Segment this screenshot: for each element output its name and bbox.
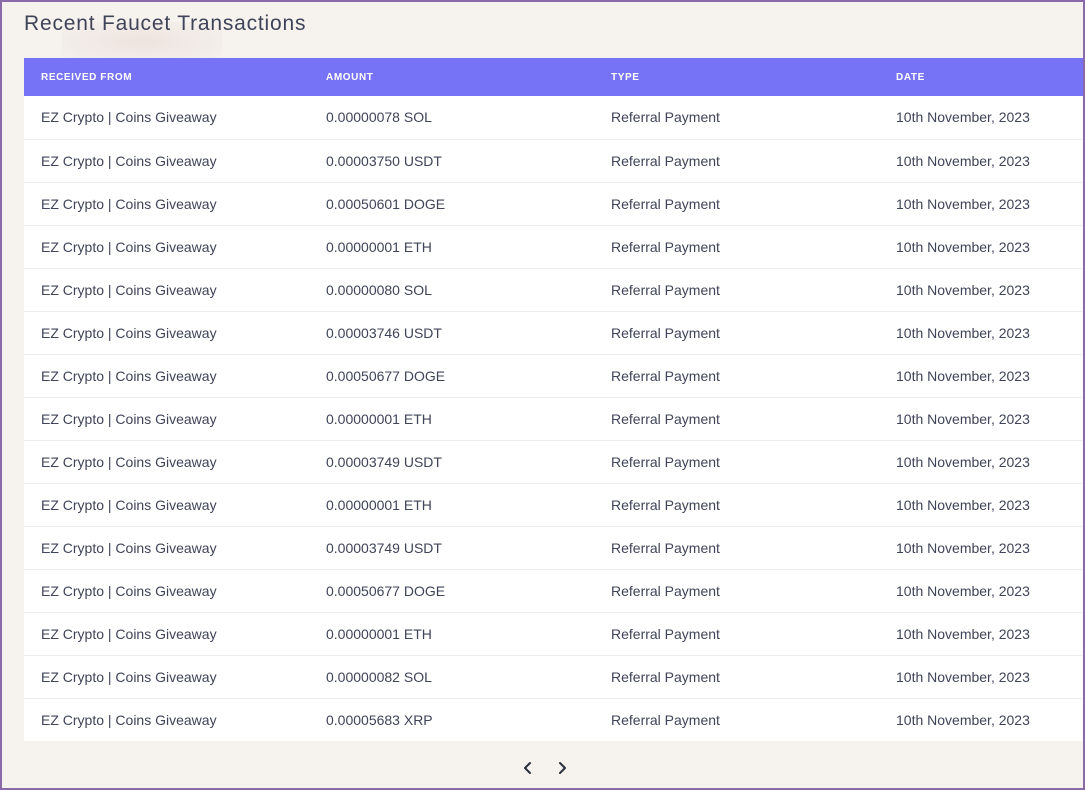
cell-date: 10th November, 2023 (896, 410, 1030, 427)
page-title: Recent Faucet Transactions (24, 12, 307, 35)
cell-amount: 0.00000001 ETH (326, 625, 432, 642)
cell-received-from: EZ Crypto | Coins Giveaway (41, 711, 217, 728)
cell-type: Referral Payment (611, 410, 720, 427)
cell-type: Referral Payment (611, 453, 720, 470)
cell-date: 10th November, 2023 (896, 668, 1030, 685)
cell-date: 10th November, 2023 (896, 152, 1030, 169)
cell-amount: 0.00000080 SOL (326, 281, 432, 298)
cell-amount: 0.00005683 XRP (326, 711, 433, 728)
table-row: EZ Crypto | Coins Giveaway 0.00050677 DOG… (24, 569, 1083, 612)
table-row: EZ Crypto | Coins Giveaway 0.00050677 DOG… (24, 354, 1083, 397)
next-page-button[interactable] (554, 756, 570, 780)
table-row: EZ Crypto | Coins Giveaway 0.00000001 ETH… (24, 612, 1083, 655)
chevron-left-icon (523, 762, 531, 774)
cell-amount: 0.00000001 ETH (326, 410, 432, 427)
cell-received-from: EZ Crypto | Coins Giveaway (41, 625, 217, 642)
cell-type: Referral Payment (611, 109, 720, 126)
cell-received-from: EZ Crypto | Coins Giveaway (41, 453, 217, 470)
cell-amount: 0.00000001 ETH (326, 496, 432, 513)
cell-type: Referral Payment (611, 582, 720, 599)
cell-date: 10th November, 2023 (896, 281, 1030, 298)
cell-received-from: EZ Crypto | Coins Giveaway (41, 668, 217, 685)
table-row: EZ Crypto | Coins Giveaway 0.00003750 USD… (24, 139, 1083, 182)
table-header-row: RECEIVED FROM AMOUNT TYPE DATE (24, 58, 1083, 96)
cell-received-from: EZ Crypto | Coins Giveaway (41, 281, 217, 298)
table-header: RECEIVED FROM AMOUNT TYPE DATE (24, 58, 1083, 96)
cell-type: Referral Payment (611, 238, 720, 255)
table-row: EZ Crypto | Coins Giveaway 0.00000082 SOL… (24, 655, 1083, 698)
cell-received-from: EZ Crypto | Coins Giveaway (41, 195, 217, 212)
cell-date: 10th November, 2023 (896, 195, 1030, 212)
cell-amount: 0.00003749 USDT (326, 453, 442, 470)
table-row: EZ Crypto | Coins Giveaway 0.00000078 SOL… (24, 96, 1083, 139)
cell-date: 10th November, 2023 (896, 625, 1030, 642)
cell-type: Referral Payment (611, 324, 720, 341)
transactions-table-container: RECEIVED FROM AMOUNT TYPE DATE EZ Crypto… (24, 58, 1083, 741)
table-row: EZ Crypto | Coins Giveaway 0.00003749 USD… (24, 440, 1083, 483)
cell-received-from: EZ Crypto | Coins Giveaway (41, 496, 217, 513)
pagination (2, 754, 1085, 782)
cell-received-from: EZ Crypto | Coins Giveaway (41, 238, 217, 255)
cell-received-from: EZ Crypto | Coins Giveaway (41, 410, 217, 427)
cell-received-from: EZ Crypto | Coins Giveaway (41, 539, 217, 556)
table-row: EZ Crypto | Coins Giveaway 0.00005683 XRP… (24, 698, 1083, 741)
cell-amount: 0.00003746 USDT (326, 324, 442, 341)
cell-type: Referral Payment (611, 152, 720, 169)
column-header-amount: AMOUNT (326, 71, 374, 83)
cell-date: 10th November, 2023 (896, 238, 1030, 255)
cell-date: 10th November, 2023 (896, 582, 1030, 599)
table-row: EZ Crypto | Coins Giveaway 0.00050601 DOG… (24, 182, 1083, 225)
cell-type: Referral Payment (611, 625, 720, 642)
cell-date: 10th November, 2023 (896, 109, 1030, 126)
cell-amount: 0.00050601 DOGE (326, 195, 446, 212)
prev-page-button[interactable] (520, 756, 536, 780)
cell-date: 10th November, 2023 (896, 711, 1030, 728)
cell-amount: 0.00050677 DOGE (326, 367, 446, 384)
table-row: EZ Crypto | Coins Giveaway 0.00003749 USD… (24, 526, 1083, 569)
table-row: EZ Crypto | Coins Giveaway 0.00000080 SOL… (24, 268, 1083, 311)
cell-amount: 0.00000001 ETH (326, 238, 432, 255)
cell-type: Referral Payment (611, 367, 720, 384)
app-frame: Recent Faucet Transactions RECEIVED FROM… (0, 0, 1085, 790)
table-row: EZ Crypto | Coins Giveaway 0.00000001 ETH… (24, 225, 1083, 268)
cell-received-from: EZ Crypto | Coins Giveaway (41, 324, 217, 341)
column-header-type: TYPE (611, 71, 640, 83)
cell-date: 10th November, 2023 (896, 453, 1030, 470)
cell-type: Referral Payment (611, 539, 720, 556)
cell-amount: 0.00000082 SOL (326, 668, 432, 685)
cell-type: Referral Payment (611, 281, 720, 298)
table-row: EZ Crypto | Coins Giveaway 0.00000001 ETH… (24, 397, 1083, 440)
cell-amount: 0.00003749 USDT (326, 539, 442, 556)
table-body: EZ Crypto | Coins Giveaway 0.00000078 SOL… (24, 96, 1083, 741)
cell-date: 10th November, 2023 (896, 539, 1030, 556)
cell-date: 10th November, 2023 (896, 496, 1030, 513)
column-header-date: DATE (896, 71, 925, 83)
cell-amount: 0.00050677 DOGE (326, 582, 446, 599)
column-header-received-from: RECEIVED FROM (41, 71, 133, 83)
table-row: EZ Crypto | Coins Giveaway 0.00003746 USD… (24, 311, 1083, 354)
cell-amount: 0.00003750 USDT (326, 152, 442, 169)
cell-received-from: EZ Crypto | Coins Giveaway (41, 582, 217, 599)
cell-received-from: EZ Crypto | Coins Giveaway (41, 109, 217, 126)
chevron-right-icon (558, 762, 566, 774)
transactions-table: RECEIVED FROM AMOUNT TYPE DATE EZ Crypto… (24, 58, 1083, 741)
cell-received-from: EZ Crypto | Coins Giveaway (41, 152, 217, 169)
cell-type: Referral Payment (611, 711, 720, 728)
table-row: EZ Crypto | Coins Giveaway 0.00000001 ETH… (24, 483, 1083, 526)
cell-received-from: EZ Crypto | Coins Giveaway (41, 367, 217, 384)
cell-date: 10th November, 2023 (896, 324, 1030, 341)
cell-amount: 0.00000078 SOL (326, 109, 432, 126)
cell-type: Referral Payment (611, 195, 720, 212)
cell-type: Referral Payment (611, 496, 720, 513)
cell-date: 10th November, 2023 (896, 367, 1030, 384)
cell-type: Referral Payment (611, 668, 720, 685)
